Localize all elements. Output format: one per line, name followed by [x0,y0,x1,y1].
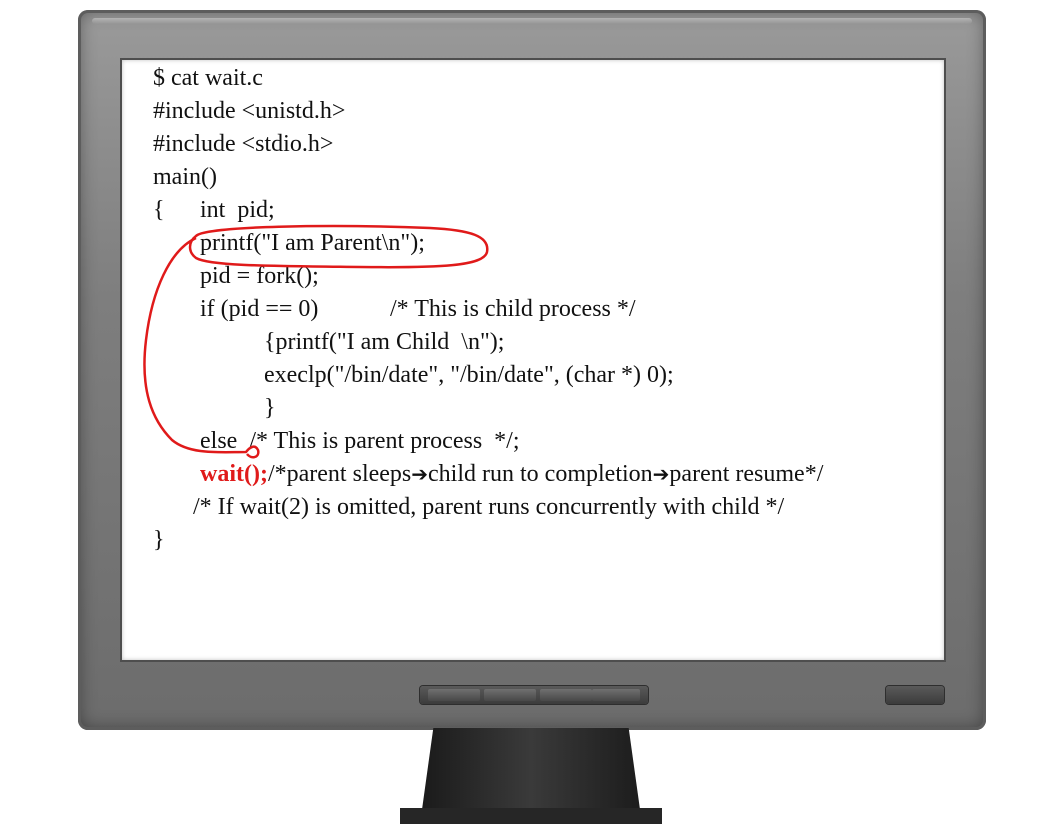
code-comment: /* This is child process */ [390,296,636,322]
code-listing: $ cat wait.c #include <unistd.h> #includ… [0,0,1053,824]
code-line: printf("I am Parent\n"); [200,230,425,256]
code-line-wait: wait();/*parent sleeps➔child run to comp… [200,460,823,488]
code-comment: parent resume*/ [669,461,824,487]
code-line: { [153,197,165,223]
code-line: main() [153,164,217,190]
code-line: } [153,527,165,553]
code-line: {printf("I am Child \n"); [264,329,505,355]
arrow-icon: ➔ [411,462,429,486]
code-line: $ cat wait.c [153,65,263,91]
arrow-icon: ➔ [652,462,670,486]
code-line: if (pid == 0) [200,296,319,322]
code-line: #include <unistd.h> [153,98,346,124]
wait-call: wait(); [200,461,268,487]
code-line: #include <stdio.h> [153,131,334,157]
code-line: } [264,395,276,421]
code-line: else /* This is parent process */; [200,428,520,454]
code-line: int pid; [200,197,275,223]
code-comment: child run to completion [428,461,653,487]
code-line: execlp("/bin/date", "/bin/date", (char *… [264,362,674,388]
code-comment: /*parent sleeps [267,461,412,487]
code-comment: /* If wait(2) is omitted, parent runs co… [193,494,785,520]
code-line: pid = fork(); [200,263,319,289]
